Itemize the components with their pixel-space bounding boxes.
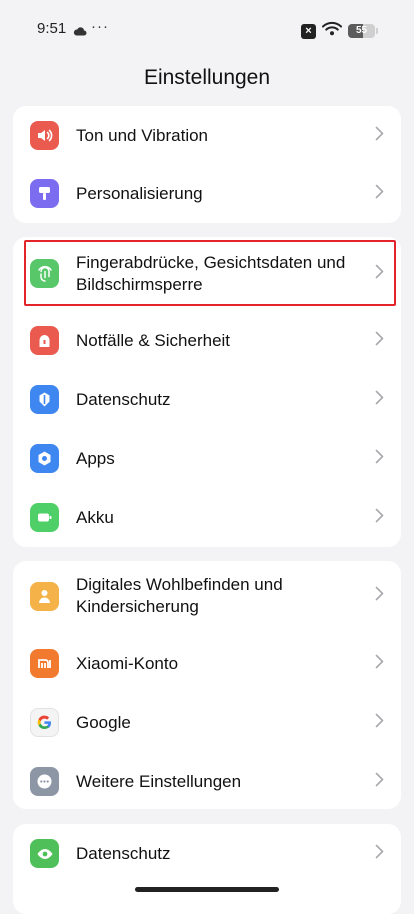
emergency-icon — [30, 326, 59, 355]
settings-item-privacy[interactable]: Datenschutz — [13, 370, 401, 429]
chevron-right-icon — [375, 126, 384, 146]
xiaomi-icon — [30, 649, 59, 678]
settings-item-label: Ton und Vibration — [76, 125, 209, 145]
status-time: 9:51 — [37, 20, 67, 37]
settings-item-privacy-2[interactable]: Datenschutz — [13, 824, 401, 883]
settings-item-label: Notfälle & Sicherheit — [76, 330, 231, 350]
privacy-icon — [30, 385, 59, 414]
status-bar: 9:51 ··· × 55 — [0, 0, 414, 58]
cloud-icon — [73, 23, 87, 41]
chevron-right-icon — [375, 713, 384, 733]
settings-item-wellbeing[interactable]: Digitales Wohlbefinden und Kindersicheru… — [13, 563, 401, 629]
settings-group-4: Datenschutz — [13, 824, 401, 914]
eye-icon — [30, 839, 59, 868]
chevron-right-icon — [375, 184, 384, 204]
settings-item-label: Datenschutz — [76, 843, 171, 863]
settings-item-label: Datenschutz — [76, 389, 171, 409]
settings-item-label: Apps — [76, 448, 115, 468]
notification-more-indicator: ··· — [91, 18, 109, 35]
settings-item-label: Xiaomi-Konto — [76, 653, 179, 673]
settings-item-sound[interactable]: Ton und Vibration — [13, 106, 401, 165]
paint-roller-icon — [30, 179, 59, 208]
battery-indicator: 55 — [348, 24, 375, 38]
settings-item-emergency[interactable]: Notfälle & Sicherheit — [13, 311, 401, 370]
fingerprint-icon — [30, 259, 59, 288]
settings-item-personalization[interactable]: Personalisierung — [13, 164, 401, 223]
wellbeing-icon — [30, 582, 59, 611]
settings-group-2: Fingerabdrücke, Gesichtsdaten und Bildsc… — [13, 237, 401, 547]
chevron-right-icon — [375, 654, 384, 674]
chevron-right-icon — [375, 449, 384, 469]
chevron-right-icon — [375, 844, 384, 864]
page-title: Einstellungen — [143, 66, 271, 89]
chevron-right-icon — [375, 331, 384, 351]
settings-item-label: Personalisierung — [76, 183, 203, 203]
chevron-right-icon — [375, 508, 384, 528]
sim-off-icon: × — [301, 23, 316, 39]
chevron-right-icon — [375, 772, 384, 792]
settings-item-google[interactable]: Google — [13, 693, 401, 752]
battery-level: 55 — [355, 25, 368, 36]
status-right: × 55 — [301, 21, 378, 41]
settings-item-label: Google — [76, 712, 131, 732]
google-icon — [30, 708, 59, 737]
home-indicator[interactable] — [135, 887, 279, 892]
settings-item-fingerprint[interactable]: Fingerabdrücke, Gesichtsdaten und Bildsc… — [13, 244, 401, 303]
battery-icon — [30, 503, 59, 532]
battery-tip — [376, 28, 378, 34]
settings-item-label: Akku — [76, 507, 114, 527]
speaker-icon — [30, 121, 59, 150]
wifi-icon — [322, 21, 342, 41]
more-dots-icon — [30, 767, 59, 796]
chevron-right-icon — [375, 390, 384, 410]
settings-item-apps[interactable]: Apps — [13, 429, 401, 488]
settings-group-1: Ton und Vibration Personalisierung — [13, 106, 401, 223]
settings-item-more-settings[interactable]: Weitere Einstellungen — [13, 752, 401, 809]
chevron-right-icon — [375, 586, 384, 606]
settings-item-label: Weitere Einstellungen — [76, 771, 242, 791]
settings-group-3: Digitales Wohlbefinden und Kindersicheru… — [13, 561, 401, 809]
chevron-right-icon — [375, 264, 384, 284]
apps-gear-icon — [30, 444, 59, 473]
settings-item-battery[interactable]: Akku — [13, 488, 401, 547]
settings-item-label: Fingerabdrücke, Gesichtsdaten und Bildsc… — [76, 252, 346, 294]
settings-item-label: Digitales Wohlbefinden und Kindersicheru… — [76, 575, 283, 616]
settings-item-xiaomi-account[interactable]: Xiaomi-Konto — [13, 634, 401, 693]
